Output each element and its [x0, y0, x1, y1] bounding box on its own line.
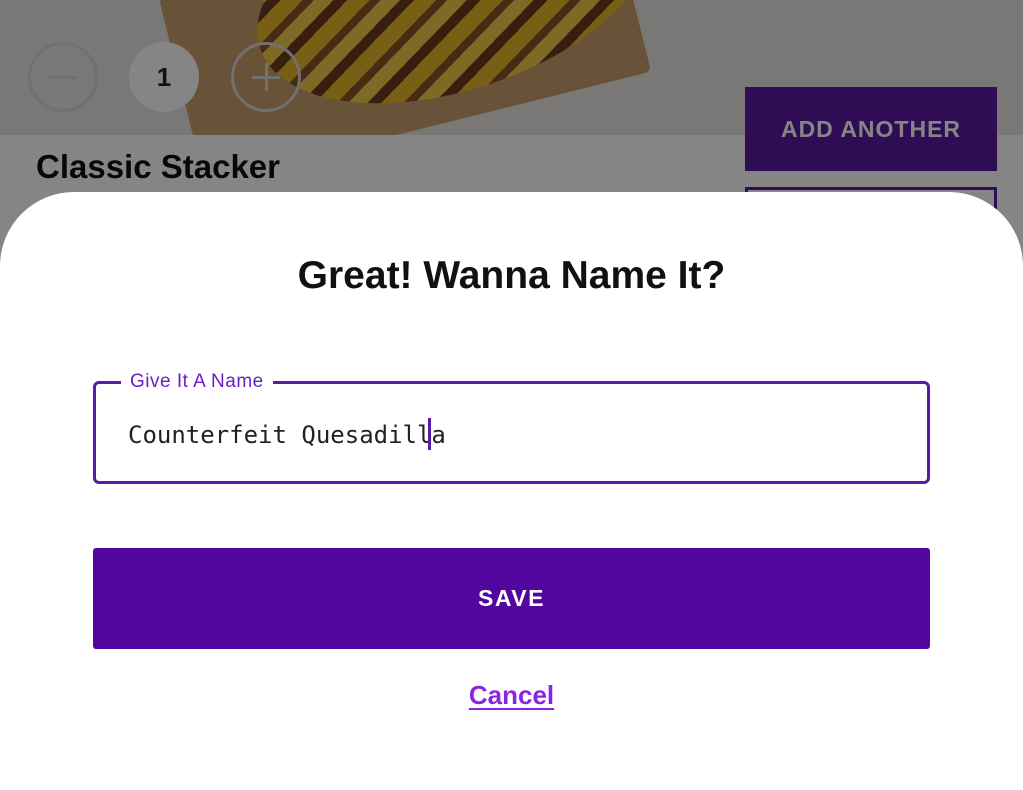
screen: 1 Classic Stacker ADD ANOTHER Great! Wan… [0, 0, 1023, 790]
dialog-title: Great! Wanna Name It? [297, 254, 726, 297]
text-cursor [428, 418, 431, 450]
name-field[interactable]: Give It A Name [93, 371, 930, 484]
name-input[interactable] [128, 417, 888, 453]
cancel-link[interactable]: Cancel [469, 680, 554, 710]
save-button[interactable]: SAVE [93, 548, 930, 649]
name-field-label: Give It A Name [121, 371, 273, 393]
name-it-sheet: Great! Wanna Name It? Give It A Name SAV… [0, 192, 1023, 790]
cancel-container: Cancel [0, 680, 1023, 711]
